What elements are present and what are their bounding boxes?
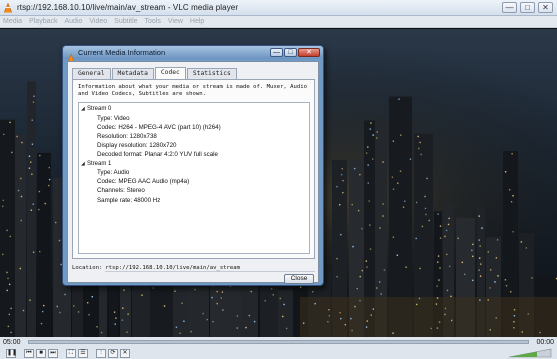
tab-codec[interactable]: Codec bbox=[154, 67, 186, 79]
vlc-cone-icon bbox=[67, 49, 75, 61]
menu-video[interactable]: Video bbox=[89, 18, 107, 25]
dialog-body: General Metadata Codec Statistics Inform… bbox=[67, 61, 319, 284]
tree-item[interactable]: Codec: H264 - MPEG-4 AVC (part 10) (h264… bbox=[79, 123, 309, 132]
pause-button[interactable]: ❚❚ bbox=[6, 348, 18, 358]
equalizer-icon: ⫶ bbox=[100, 349, 102, 356]
dialog-title: Current Media Information bbox=[78, 48, 166, 57]
tab-metadata[interactable]: Metadata bbox=[111, 68, 154, 79]
next-icon: ⏭ bbox=[50, 349, 56, 356]
menu-view[interactable]: View bbox=[168, 18, 183, 25]
tree-item[interactable]: Resolution: 1280x738 bbox=[79, 132, 309, 141]
seek-slider[interactable] bbox=[27, 340, 530, 344]
codec-tree[interactable]: ◢ Stream 0 Type: Video Codec: H264 - MPE… bbox=[78, 102, 310, 254]
minimize-button[interactable]: — bbox=[502, 2, 517, 13]
loop-icon: ⟳ bbox=[110, 349, 116, 356]
menu-audio[interactable]: Audio bbox=[64, 18, 82, 25]
elapsed-time: 05:00 bbox=[3, 338, 21, 346]
maximize-button[interactable]: □ bbox=[520, 2, 535, 13]
stream-label: Stream 1 bbox=[87, 160, 112, 167]
vlc-cone-icon bbox=[3, 2, 13, 13]
stop-button[interactable]: ■ bbox=[36, 348, 46, 358]
fullscreen-icon: ⛶ bbox=[68, 349, 74, 356]
menu-subtitle[interactable]: Subtitle bbox=[114, 18, 137, 25]
dialog-minimize-button[interactable]: — bbox=[270, 48, 283, 57]
tree-item[interactable]: Codec: MPEG AAC Audio (mp4a) bbox=[79, 177, 309, 186]
next-button[interactable]: ⏭ bbox=[48, 348, 58, 358]
codec-info-text: Information about what your media or str… bbox=[78, 84, 308, 98]
tree-item[interactable]: Type: Video bbox=[79, 114, 309, 123]
media-information-dialog: Current Media Information — □ ✕ General … bbox=[62, 45, 324, 286]
tree-item[interactable]: Display resolution: 1280x720 bbox=[79, 141, 309, 150]
shuffle-icon: ✕ bbox=[122, 349, 128, 356]
location-label: Location: bbox=[72, 265, 103, 271]
tree-node-stream-1[interactable]: ◢ Stream 1 bbox=[79, 159, 309, 168]
seek-bar-row: 05:00 00:00 bbox=[0, 337, 557, 347]
window-title: rtsp://192.168.10.10/live/main/av_stream… bbox=[17, 3, 239, 12]
codec-panel: Information about what your media or str… bbox=[72, 79, 315, 259]
tree-node-stream-0[interactable]: ◢ Stream 0 bbox=[79, 105, 309, 114]
pause-icon: ❚❚ bbox=[7, 349, 18, 356]
stop-icon: ■ bbox=[39, 349, 43, 356]
tree-item[interactable]: Decoded format: Planar 4:2:0 YUV full sc… bbox=[79, 150, 309, 159]
playlist-icon: ☰ bbox=[80, 349, 86, 356]
menu-media[interactable]: Media bbox=[3, 18, 22, 25]
playback-controls: ❚❚ ⏮ ■ ⏭ ⛶ ☰ ⫶ ⟳ ✕ bbox=[0, 347, 557, 359]
tree-item[interactable]: Channels: Stereo bbox=[79, 186, 309, 195]
shuffle-button[interactable]: ✕ bbox=[120, 348, 130, 358]
close-window-button[interactable]: ✕ bbox=[538, 2, 553, 13]
previous-button[interactable]: ⏮ bbox=[24, 348, 34, 358]
tree-item[interactable]: Sample rate: 48000 Hz bbox=[79, 196, 309, 205]
fullscreen-button[interactable]: ⛶ bbox=[66, 348, 76, 358]
tab-statistics[interactable]: Statistics bbox=[186, 68, 237, 79]
dialog-title-bar[interactable]: Current Media Information — □ ✕ bbox=[63, 46, 323, 61]
total-time: 00:00 bbox=[536, 338, 554, 346]
menu-bar: Media Playback Audio Video Subtitle Tool… bbox=[0, 16, 557, 28]
extended-settings-button[interactable]: ⫶ bbox=[96, 348, 106, 358]
tab-general[interactable]: General bbox=[72, 68, 111, 79]
tab-bar: General Metadata Codec Statistics bbox=[72, 67, 238, 79]
menu-playback[interactable]: Playback bbox=[29, 18, 57, 25]
location-row: Location: rtsp://192.168.10.10/live/main… bbox=[72, 264, 315, 272]
dialog-maximize-button[interactable]: □ bbox=[284, 48, 297, 57]
vlc-title-bar: rtsp://192.168.10.10/live/main/av_stream… bbox=[0, 0, 557, 16]
previous-icon: ⏮ bbox=[26, 349, 32, 356]
location-field[interactable]: rtsp://192.168.10.10/live/main/av_stream bbox=[105, 265, 315, 272]
menu-help[interactable]: Help bbox=[190, 18, 204, 25]
volume-slider[interactable] bbox=[507, 348, 553, 358]
dialog-close-button[interactable]: ✕ bbox=[298, 48, 320, 57]
close-button[interactable]: Close bbox=[284, 274, 314, 284]
stream-label: Stream 0 bbox=[87, 106, 112, 113]
menu-tools[interactable]: Tools bbox=[145, 18, 161, 25]
loop-button[interactable]: ⟳ bbox=[108, 348, 118, 358]
tree-item[interactable]: Type: Audio bbox=[79, 168, 309, 177]
playlist-button[interactable]: ☰ bbox=[78, 348, 88, 358]
